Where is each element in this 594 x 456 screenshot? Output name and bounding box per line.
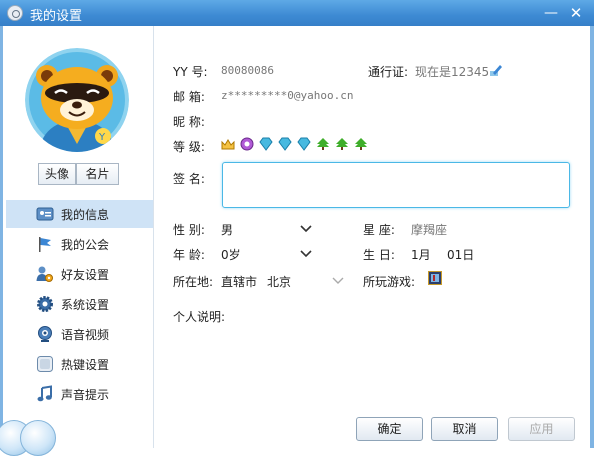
gender-label: 性 别:	[173, 223, 205, 237]
id-card-icon	[36, 207, 54, 221]
passport-label: 通行证:	[368, 65, 409, 79]
gender-value[interactable]: 男	[221, 221, 233, 238]
ok-button[interactable]: 确定	[356, 417, 423, 441]
title-bar: 我的设置 — ✕	[0, 0, 594, 26]
hotkey-icon	[37, 356, 53, 372]
birthday-label: 生 日:	[363, 248, 395, 262]
friend-settings-icon	[36, 266, 53, 282]
nav-item-label: 好友设置	[61, 268, 110, 282]
location-province[interactable]: 直辖市	[221, 273, 257, 290]
avatar-button[interactable]: 头像	[38, 163, 76, 185]
birthday-month[interactable]: 1月	[411, 246, 431, 263]
location-label: 所在地:	[173, 275, 214, 289]
email-value: z*********0@yahoo.cn	[221, 89, 354, 102]
signature-input[interactable]	[222, 162, 570, 208]
zodiac-value: 摩羯座	[411, 223, 448, 237]
email-label: 邮 箱:	[173, 90, 205, 104]
yy-number-value: 80080086	[221, 64, 274, 77]
settings-app-icon	[7, 5, 23, 21]
gear-icon	[37, 296, 53, 312]
nav-item-friend-settings[interactable]: 好友设置	[6, 260, 153, 288]
webcam-icon	[38, 326, 52, 342]
tree-icon	[355, 138, 367, 150]
game-icon[interactable]	[428, 271, 442, 285]
tree-icon	[336, 138, 348, 150]
avatar[interactable]: Y	[25, 48, 129, 152]
nav-item-hotkey-settings[interactable]: 热键设置	[6, 350, 153, 378]
age-value[interactable]: 0岁	[221, 246, 241, 263]
nav-item-label: 系统设置	[61, 298, 110, 312]
svg-text:Y: Y	[98, 132, 106, 143]
diamond-icon	[259, 137, 273, 151]
diamond-icon	[278, 137, 292, 151]
close-button[interactable]: ✕	[567, 4, 585, 22]
yy-bear-avatar-image: Y	[25, 48, 129, 152]
left-pane: Y 头像 名片 我的信息 我的公会 好友设置 系统设置 语音视频 热键设置 声音…	[3, 26, 154, 448]
bio-label: 个人说明:	[173, 310, 226, 324]
nav-item-my-guild[interactable]: 我的公会	[6, 230, 153, 258]
edit-pencil-icon[interactable]	[489, 63, 503, 77]
games-label: 所玩游戏:	[363, 275, 416, 289]
music-note-icon	[37, 385, 52, 402]
nickname-label: 昵 称:	[173, 115, 205, 129]
level-label: 等 级:	[173, 140, 205, 154]
nav-item-my-info[interactable]: 我的信息	[6, 200, 153, 228]
nav-item-label: 语音视频	[61, 328, 110, 342]
minimize-button[interactable]: —	[542, 4, 560, 22]
signature-label: 签 名:	[173, 172, 205, 186]
cancel-button[interactable]: 取消	[431, 417, 498, 441]
window-frame-right	[590, 26, 594, 448]
chevron-down-icon[interactable]	[300, 225, 312, 233]
yy-number-label: YY 号:	[173, 65, 208, 79]
location-city[interactable]: 北京	[267, 273, 291, 290]
tree-icon	[317, 138, 329, 150]
diamond-icon	[297, 137, 311, 151]
decorative-bubble	[20, 420, 56, 456]
nav-item-label: 热键设置	[61, 358, 110, 372]
window-title: 我的设置	[30, 9, 83, 24]
crown-icon	[221, 139, 235, 150]
passport-value: 现在是12345	[415, 65, 490, 79]
nav-item-label: 我的信息	[61, 208, 110, 222]
chevron-down-icon[interactable]	[300, 250, 312, 258]
nav-item-system-settings[interactable]: 系统设置	[6, 290, 153, 318]
birthday-day[interactable]: 01日	[447, 246, 474, 263]
nav-item-voice-video[interactable]: 语音视频	[6, 320, 153, 348]
flag-icon	[39, 237, 51, 252]
nav-item-label: 声音提示	[61, 388, 110, 402]
card-button[interactable]: 名片	[76, 163, 119, 185]
apply-button[interactable]: 应用	[508, 417, 575, 441]
chevron-down-icon[interactable]	[332, 277, 344, 285]
moon-icon	[240, 137, 254, 151]
zodiac-label: 星 座:	[363, 223, 395, 237]
nav-item-sound-alerts[interactable]: 声音提示	[6, 380, 153, 408]
nav-item-label: 我的公会	[61, 238, 110, 252]
age-label: 年 龄:	[173, 248, 205, 262]
